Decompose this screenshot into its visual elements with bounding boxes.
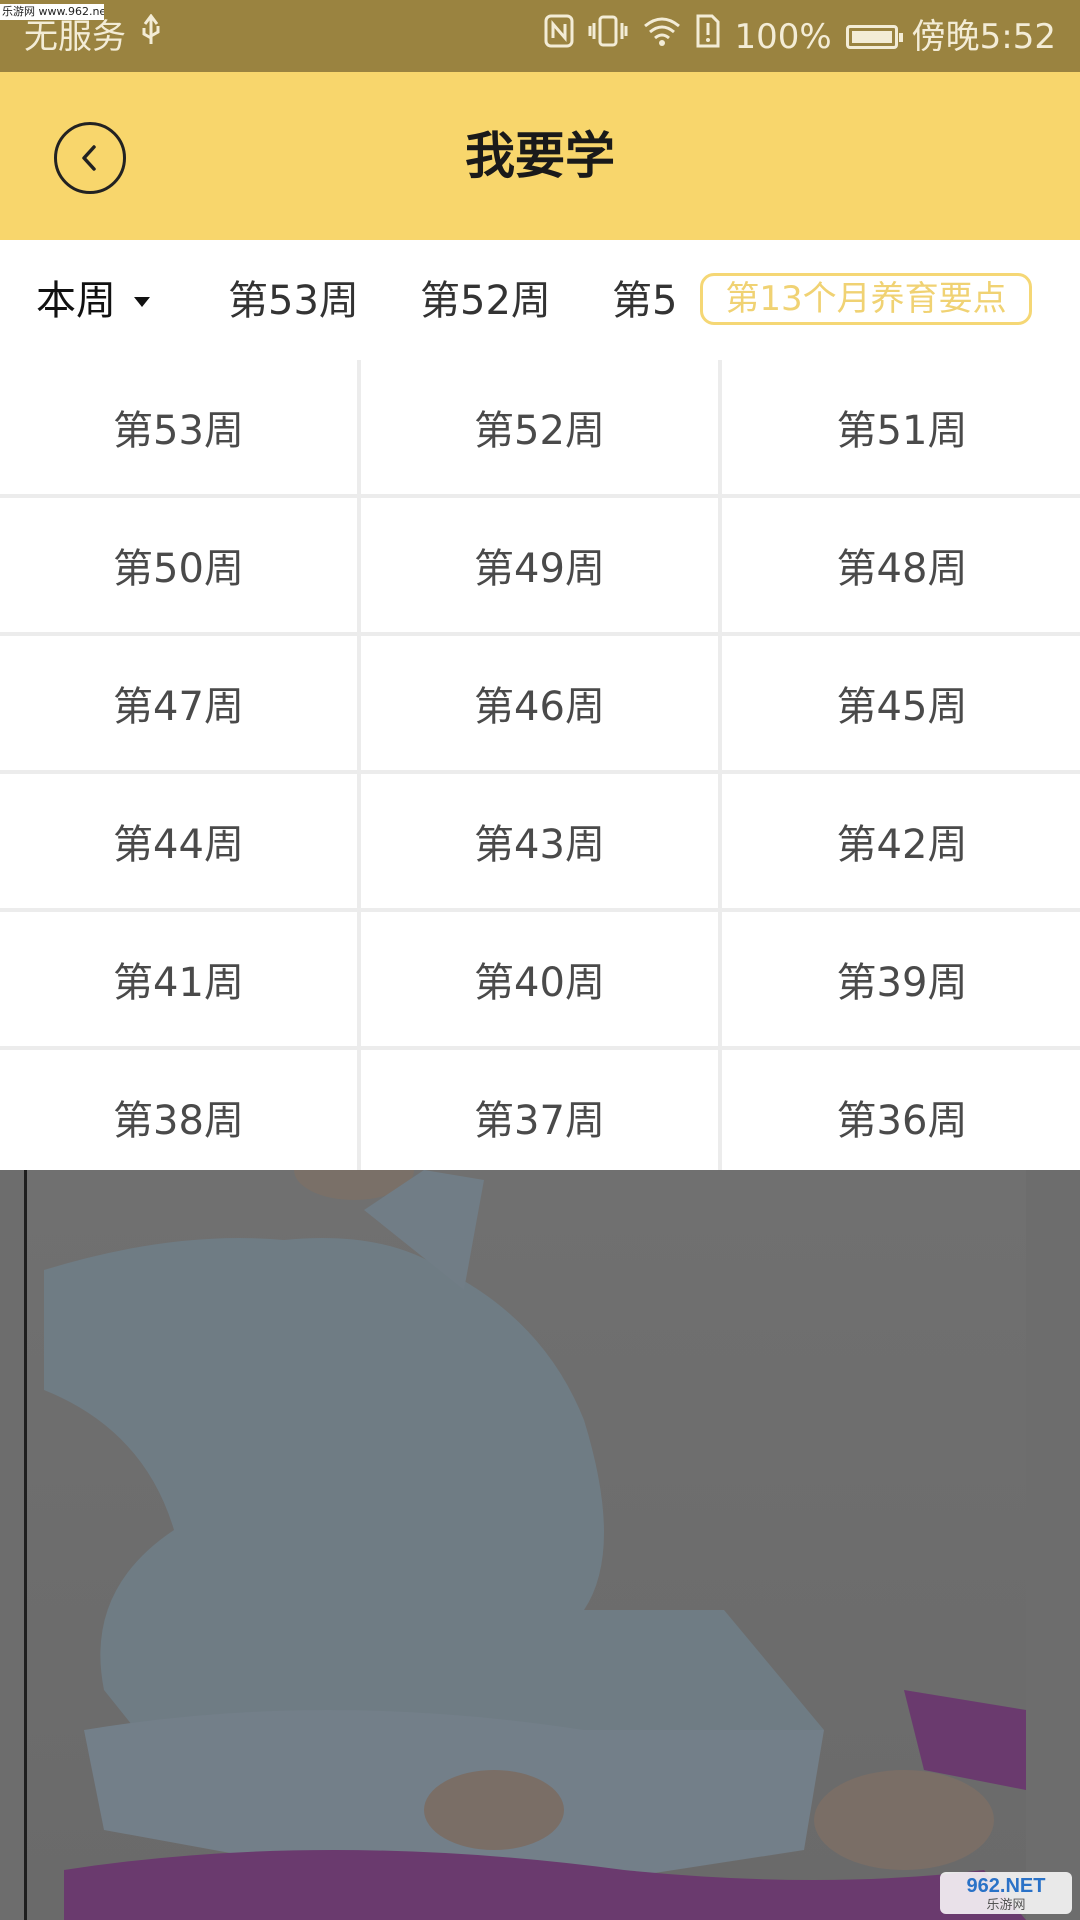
dropdown-arrow-icon <box>134 297 150 307</box>
week-cell[interactable]: 第38周 <box>0 1050 357 1170</box>
week-cell[interactable]: 第39周 <box>722 912 1080 1046</box>
week-cell[interactable]: 第47周 <box>0 636 357 770</box>
week-grid: 第53周 第52周 第51周第50周 第49周 第48周第47周 第46周 第45周第44周… <box>0 360 1080 1170</box>
week-cell[interactable]: 第40周 <box>361 912 718 1046</box>
page-title: 我要学 <box>465 127 615 185</box>
usb-icon <box>140 13 162 59</box>
carrier-label: 无服务 <box>24 16 126 57</box>
status-left: 无服务 <box>24 13 162 59</box>
clock: 傍晚5:52 <box>911 16 1056 57</box>
vibrate-icon <box>588 14 628 59</box>
photo-illustration <box>44 1170 1026 1920</box>
tab-current-week[interactable]: 本周 <box>36 276 150 326</box>
week-cell[interactable]: 第50周 <box>0 498 357 632</box>
battery-icon <box>845 24 903 49</box>
week-cell[interactable]: 第53周 <box>0 360 357 494</box>
week-cell[interactable]: 第37周 <box>361 1050 718 1170</box>
watermark-main: 962.NET <box>966 1874 1046 1897</box>
week-cell[interactable]: 第52周 <box>361 360 718 494</box>
week-cell[interactable]: 第41周 <box>0 912 357 1046</box>
tab-current-label: 本周 <box>36 278 116 324</box>
tab-week[interactable]: 第52周 <box>420 276 551 326</box>
nfc-icon <box>544 14 574 59</box>
status-bar: 乐游网 www.962.net 无服务 100% 傍晚5:52 <box>0 0 1080 72</box>
battery-percent: 100% <box>734 16 832 57</box>
week-cell[interactable]: 第36周 <box>722 1050 1080 1170</box>
week-cell[interactable]: 第49周 <box>361 498 718 632</box>
photo-border <box>24 1170 27 1920</box>
watermark-badge: 962.NET 乐游网 <box>940 1872 1072 1914</box>
watermark-sub: 乐游网 <box>986 1896 1026 1912</box>
week-cell[interactable]: 第44周 <box>0 774 357 908</box>
tab-week[interactable]: 第5 <box>612 276 680 326</box>
baby-photo <box>24 1170 1026 1920</box>
parenting-tips-button[interactable]: 第13个月养育要点 <box>700 273 1032 325</box>
sim-alert-icon <box>696 14 720 59</box>
week-cell[interactable]: 第45周 <box>722 636 1080 770</box>
wifi-icon <box>642 14 682 59</box>
tab-week[interactable]: 第53周 <box>228 276 359 326</box>
background-photo: 962.NET 乐游网 <box>0 1170 1080 1920</box>
week-cell[interactable]: 第51周 <box>722 360 1080 494</box>
status-right: 100% 傍晚5:52 <box>544 14 1056 59</box>
week-cell[interactable]: 第48周 <box>722 498 1080 632</box>
week-tabs: 本周 第53周 第52周 第5 第13个月养育要点 <box>0 240 1080 360</box>
week-cell[interactable]: 第46周 <box>361 636 718 770</box>
week-cell[interactable]: 第43周 <box>361 774 718 908</box>
week-cell[interactable]: 第42周 <box>722 774 1080 908</box>
app-header: 我要学 <box>0 72 1080 240</box>
